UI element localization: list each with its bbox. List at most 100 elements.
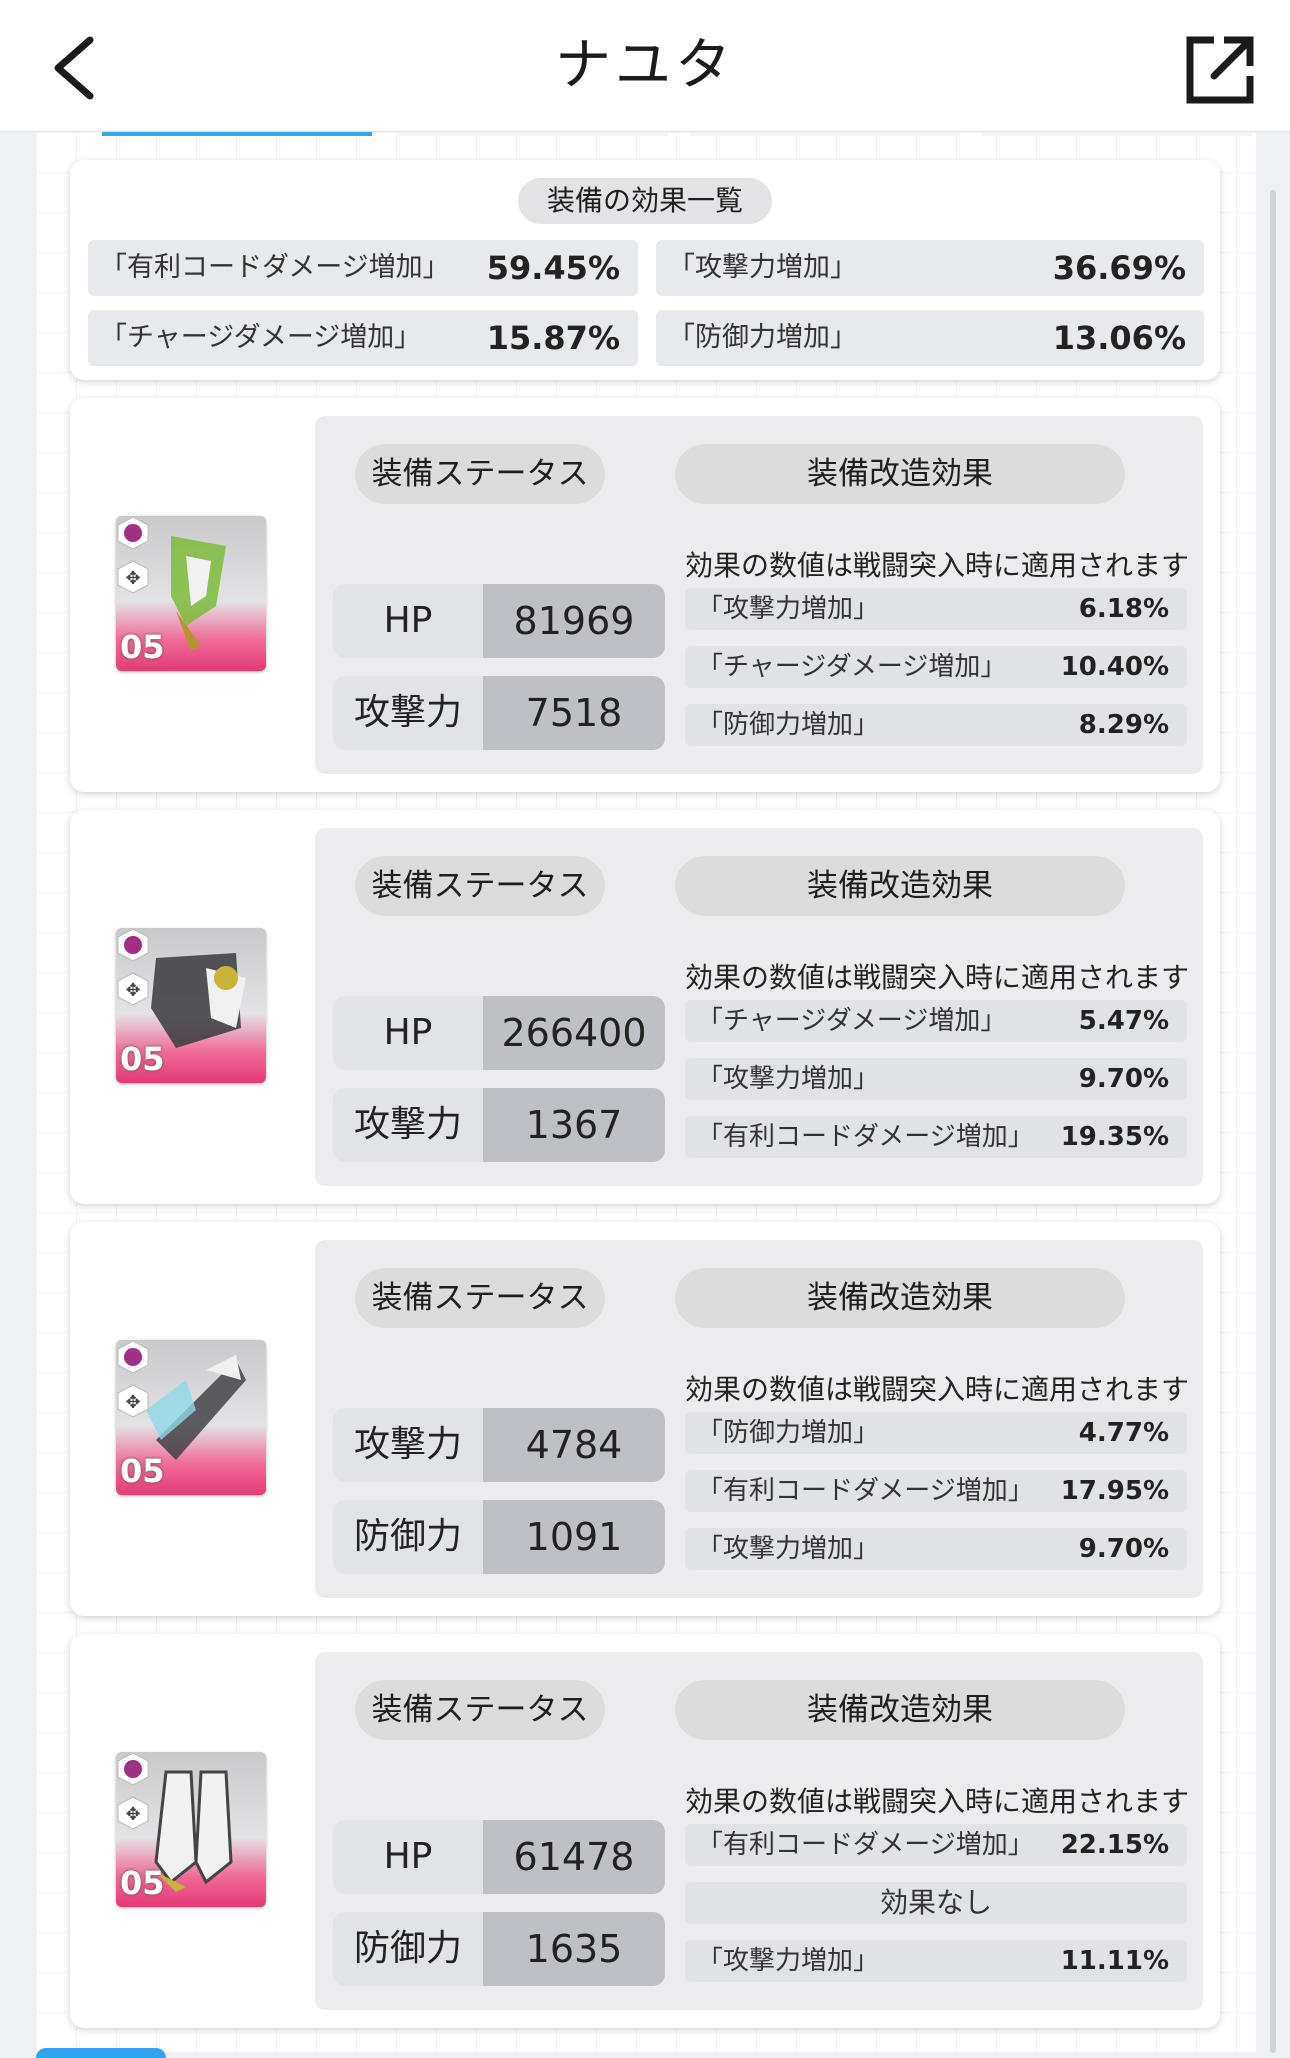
external-link-icon bbox=[1186, 36, 1254, 104]
tab-strip bbox=[68, 132, 1258, 136]
stat-label: 攻撃力 bbox=[333, 1408, 483, 1482]
equipment-card: ✥ 05 装備ステータス 装備改造効果 HP 266400 攻撃力 1367 効… bbox=[70, 810, 1220, 1204]
stat-value: 81969 bbox=[483, 584, 665, 658]
svg-text:✥: ✥ bbox=[125, 1804, 140, 1825]
mod-row: 「チャージダメージ増加」 10.40% bbox=[685, 646, 1187, 688]
back-button[interactable] bbox=[40, 28, 110, 108]
effect-value: 36.69% bbox=[1052, 249, 1186, 287]
gear-icon: ✥ bbox=[117, 1796, 149, 1830]
chevron-left-icon bbox=[54, 36, 94, 100]
mod-heading: 装備改造効果 bbox=[675, 444, 1125, 504]
mod-value: 19.35% bbox=[1060, 1122, 1169, 1152]
mod-name: 「チャージダメージ増加」 bbox=[697, 1006, 1007, 1036]
effect-summary-card: 装備の効果一覧 「有利コードダメージ増加」 59.45% 「攻撃力増加」 36.… bbox=[70, 160, 1220, 380]
stat-label: 攻撃力 bbox=[333, 676, 483, 750]
mod-row: 「攻撃力増加」 11.11% bbox=[685, 1940, 1187, 1982]
mod-value: 22.15% bbox=[1060, 1830, 1169, 1860]
effect-value: 59.45% bbox=[486, 249, 620, 287]
share-button[interactable] bbox=[1180, 30, 1260, 110]
equipment-thumbnail[interactable]: ✥ 05 bbox=[116, 1752, 266, 1907]
status-heading: 装備ステータス bbox=[355, 1680, 605, 1740]
mod-note: 効果の数値は戦闘突入時に適用されます bbox=[685, 1373, 1190, 1406]
mod-name: 「有利コードダメージ増加」 bbox=[697, 1476, 1034, 1506]
mod-row: 「チャージダメージ増加」 5.47% bbox=[685, 1000, 1187, 1042]
mod-name: 「防御力増加」 bbox=[697, 710, 880, 740]
equipment-detail-panel: 装備ステータス 装備改造効果 HP 81969 攻撃力 7518 効果の数値は戦… bbox=[315, 416, 1203, 774]
mod-value: 8.29% bbox=[1078, 710, 1169, 740]
equipment-level: 05 bbox=[120, 1864, 165, 1902]
stat-value: 1367 bbox=[483, 1088, 665, 1162]
mod-value: 9.70% bbox=[1078, 1534, 1169, 1564]
mod-value: 10.40% bbox=[1060, 652, 1169, 682]
summary-effect-row: 「防御力増加」 13.06% bbox=[656, 310, 1204, 366]
stat-value: 266400 bbox=[483, 996, 665, 1070]
tab-indicator-active[interactable] bbox=[102, 132, 372, 136]
effect-name: 「攻撃力増加」 bbox=[668, 252, 857, 283]
mod-row: 「防御力増加」 4.77% bbox=[685, 1412, 1187, 1454]
summary-effect-row: 「有利コードダメージ増加」 59.45% bbox=[88, 240, 638, 296]
mod-row: 「攻撃力増加」 9.70% bbox=[685, 1058, 1187, 1100]
effect-name: 「防御力増加」 bbox=[668, 322, 857, 353]
mod-name: 「攻撃力増加」 bbox=[697, 594, 880, 624]
equipment-level: 05 bbox=[120, 1040, 165, 1078]
mod-value: 17.95% bbox=[1060, 1476, 1169, 1506]
mod-row: 「攻撃力増加」 9.70% bbox=[685, 1528, 1187, 1570]
mod-name: 「攻撃力増加」 bbox=[697, 1534, 880, 1564]
effect-name: 「チャージダメージ増加」 bbox=[100, 322, 422, 353]
stat-value: 4784 bbox=[483, 1408, 665, 1482]
summary-heading: 装備の効果一覧 bbox=[518, 178, 772, 224]
hex-badge-icon bbox=[117, 516, 149, 550]
tab-indicator[interactable] bbox=[398, 132, 668, 136]
floating-action-button[interactable] bbox=[36, 2048, 166, 2058]
equipment-thumbnail[interactable]: ✥ 05 bbox=[116, 516, 266, 671]
mod-row: 「攻撃力増加」 6.18% bbox=[685, 588, 1187, 630]
stat-label: 防御力 bbox=[333, 1500, 483, 1574]
stat-label: HP bbox=[333, 584, 483, 658]
scrollbar[interactable] bbox=[1270, 190, 1276, 2053]
equipment-detail-panel: 装備ステータス 装備改造効果 HP 61478 防御力 1635 効果の数値は戦… bbox=[315, 1652, 1203, 2010]
mod-row-empty: 効果なし bbox=[685, 1882, 1187, 1924]
status-heading: 装備ステータス bbox=[355, 1268, 605, 1328]
stat-label: HP bbox=[333, 1820, 483, 1894]
mod-heading: 装備改造効果 bbox=[675, 856, 1125, 916]
mod-heading: 装備改造効果 bbox=[675, 1680, 1125, 1740]
mod-row: 「防御力増加」 8.29% bbox=[685, 704, 1187, 746]
tab-indicator[interactable] bbox=[982, 132, 1252, 136]
mod-row: 「有利コードダメージ増加」 17.95% bbox=[685, 1470, 1187, 1512]
mod-name: 「防御力増加」 bbox=[697, 1418, 880, 1448]
equipment-thumbnail[interactable]: ✥ 05 bbox=[116, 928, 266, 1083]
equipment-thumbnail[interactable]: ✥ 05 bbox=[116, 1340, 266, 1495]
svg-text:✥: ✥ bbox=[125, 980, 140, 1001]
status-heading: 装備ステータス bbox=[355, 856, 605, 916]
equipment-card: ✥ 05 装備ステータス 装備改造効果 HP 81969 攻撃力 7518 効果… bbox=[70, 398, 1220, 792]
equipment-card: ✥ 05 装備ステータス 装備改造効果 攻撃力 4784 防御力 1091 効果… bbox=[70, 1222, 1220, 1616]
mod-note: 効果の数値は戦闘突入時に適用されます bbox=[685, 1785, 1190, 1818]
gear-icon: ✥ bbox=[117, 972, 149, 1006]
stat-label: 防御力 bbox=[333, 1912, 483, 1986]
mod-value: 11.11% bbox=[1060, 1946, 1169, 1976]
stat-value: 1091 bbox=[483, 1500, 665, 1574]
mod-name: 「有利コードダメージ増加」 bbox=[697, 1830, 1034, 1860]
equipment-level: 05 bbox=[120, 1452, 165, 1490]
app-header: ナユタ bbox=[0, 0, 1290, 132]
mod-note: 効果の数値は戦闘突入時に適用されます bbox=[685, 549, 1190, 582]
hex-badge-icon bbox=[117, 1752, 149, 1786]
mod-value: 6.18% bbox=[1078, 594, 1169, 624]
mod-name: 「チャージダメージ増加」 bbox=[697, 652, 1007, 682]
mod-name: 「攻撃力増加」 bbox=[697, 1946, 880, 1976]
stat-value: 7518 bbox=[483, 676, 665, 750]
stat-label: HP bbox=[333, 996, 483, 1070]
status-heading: 装備ステータス bbox=[355, 444, 605, 504]
svg-text:✥: ✥ bbox=[125, 568, 140, 589]
mod-name: 「攻撃力増加」 bbox=[697, 1064, 880, 1094]
stat-label: 攻撃力 bbox=[333, 1088, 483, 1162]
equipment-level: 05 bbox=[120, 628, 165, 666]
mod-value: 4.77% bbox=[1078, 1418, 1169, 1448]
tab-indicator[interactable] bbox=[690, 132, 960, 136]
effect-name: 「有利コードダメージ増加」 bbox=[100, 252, 450, 283]
mod-note: 効果の数値は戦闘突入時に適用されます bbox=[685, 961, 1190, 994]
stat-value: 61478 bbox=[483, 1820, 665, 1894]
mod-row: 「有利コードダメージ増加」 22.15% bbox=[685, 1824, 1187, 1866]
mod-value: 9.70% bbox=[1078, 1064, 1169, 1094]
mod-row: 「有利コードダメージ増加」 19.35% bbox=[685, 1116, 1187, 1158]
